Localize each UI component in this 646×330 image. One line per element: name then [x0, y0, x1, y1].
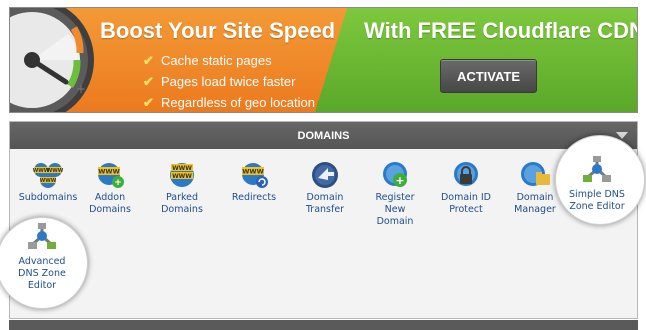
domain-item-simple-dns-zone-editor[interactable]: Simple DNS Zone Editor — [561, 155, 633, 213]
domains-panel-body: WWW WWW WWW Subdomains WWW + Addon Domain… — [0, 135, 645, 319]
domain-item-advanced-dns-zone-editor[interactable]: Advanced DNS Zone Editor — [6, 222, 78, 292]
bullet-text: Pages load twice faster — [161, 74, 296, 89]
activate-button[interactable]: ACTIVATE — [440, 59, 537, 93]
check-icon: ✔ — [143, 52, 154, 68]
item-label: Domain Manager — [514, 192, 556, 215]
parked-domains-icon: WWW WWW — [170, 163, 194, 187]
redirects-icon: WWW — [242, 163, 268, 188]
domains-panel-header[interactable]: DOMAINS — [10, 122, 637, 149]
banner-bullet: ✔ Cache static pages — [143, 50, 315, 71]
check-icon: ✔ — [143, 94, 154, 110]
domain-manager-icon — [521, 162, 550, 186]
svg-text:WWW: WWW — [98, 168, 120, 176]
simple-dns-zone-editor-icon — [583, 156, 611, 182]
register-domain-icon: + — [383, 162, 407, 187]
item-label: Domain ID Protect — [440, 192, 491, 215]
item-label: Register New Domain — [375, 192, 415, 227]
domain-item-addon-domains[interactable]: WWW + Addon Domains — [74, 160, 146, 216]
domain-item-redirects[interactable]: WWW Redirects — [218, 160, 290, 204]
bullet-text: Cache static pages — [161, 53, 272, 68]
domain-id-protect-icon — [454, 162, 478, 186]
advanced-dns-zone-editor-icon — [28, 223, 56, 249]
item-label: Redirects — [231, 192, 277, 203]
next-panel-header[interactable] — [9, 320, 638, 330]
banner-title-right: With FREE Cloudflare CDN — [364, 18, 638, 43]
addon-domains-icon: WWW + — [98, 163, 124, 188]
svg-text:WWW: WWW — [47, 168, 64, 174]
speedometer-icon: + — [10, 8, 104, 112]
svg-text:WWW: WWW — [40, 178, 57, 184]
svg-text:WWW: WWW — [172, 165, 192, 172]
domain-item-register-new-domain[interactable]: + Register New Domain — [359, 160, 431, 228]
domain-item-parked-domains[interactable]: WWW WWW Parked Domains — [146, 160, 218, 216]
check-icon: ✔ — [143, 73, 154, 89]
subdomains-icon: WWW WWW WWW — [33, 163, 64, 188]
svg-text:+: + — [76, 82, 86, 96]
item-label: Simple DNS Zone Editor — [569, 189, 625, 212]
banner-bullet-list: ✔ Cache static pages ✔ Pages load twice … — [143, 50, 315, 112]
bullet-text: Regardless of geo location — [161, 95, 315, 110]
domain-transfer-icon — [312, 162, 338, 188]
svg-text:+: + — [395, 174, 404, 187]
svg-text:WWW: WWW — [172, 173, 192, 180]
item-label: Advanced DNS Zone Editor — [18, 256, 66, 291]
cloudflare-promo-banner[interactable]: + Boost Your Site Speed With FREE Cloudf… — [9, 7, 638, 113]
item-label: Subdomains — [18, 192, 78, 203]
item-label: Parked Domains — [161, 192, 203, 215]
svg-text:WWW: WWW — [242, 168, 264, 176]
svg-text:+: + — [114, 178, 122, 188]
banner-bullet: ✔ Regardless of geo location — [143, 92, 315, 112]
item-label: Addon Domains — [89, 192, 131, 215]
domain-item-domain-transfer[interactable]: Domain Transfer — [289, 160, 361, 216]
item-label: Domain Transfer — [305, 192, 345, 215]
domains-panel: DOMAINS WWW WWW WWW Subdomains WWW + Add… — [0, 121, 645, 319]
domain-item-domain-id-protect[interactable]: Domain ID Protect — [430, 160, 502, 216]
banner-bullet: ✔ Pages load twice faster — [143, 71, 315, 92]
panel-title: DOMAINS — [297, 129, 350, 142]
banner-title-left: Boost Your Site Speed — [100, 18, 336, 43]
